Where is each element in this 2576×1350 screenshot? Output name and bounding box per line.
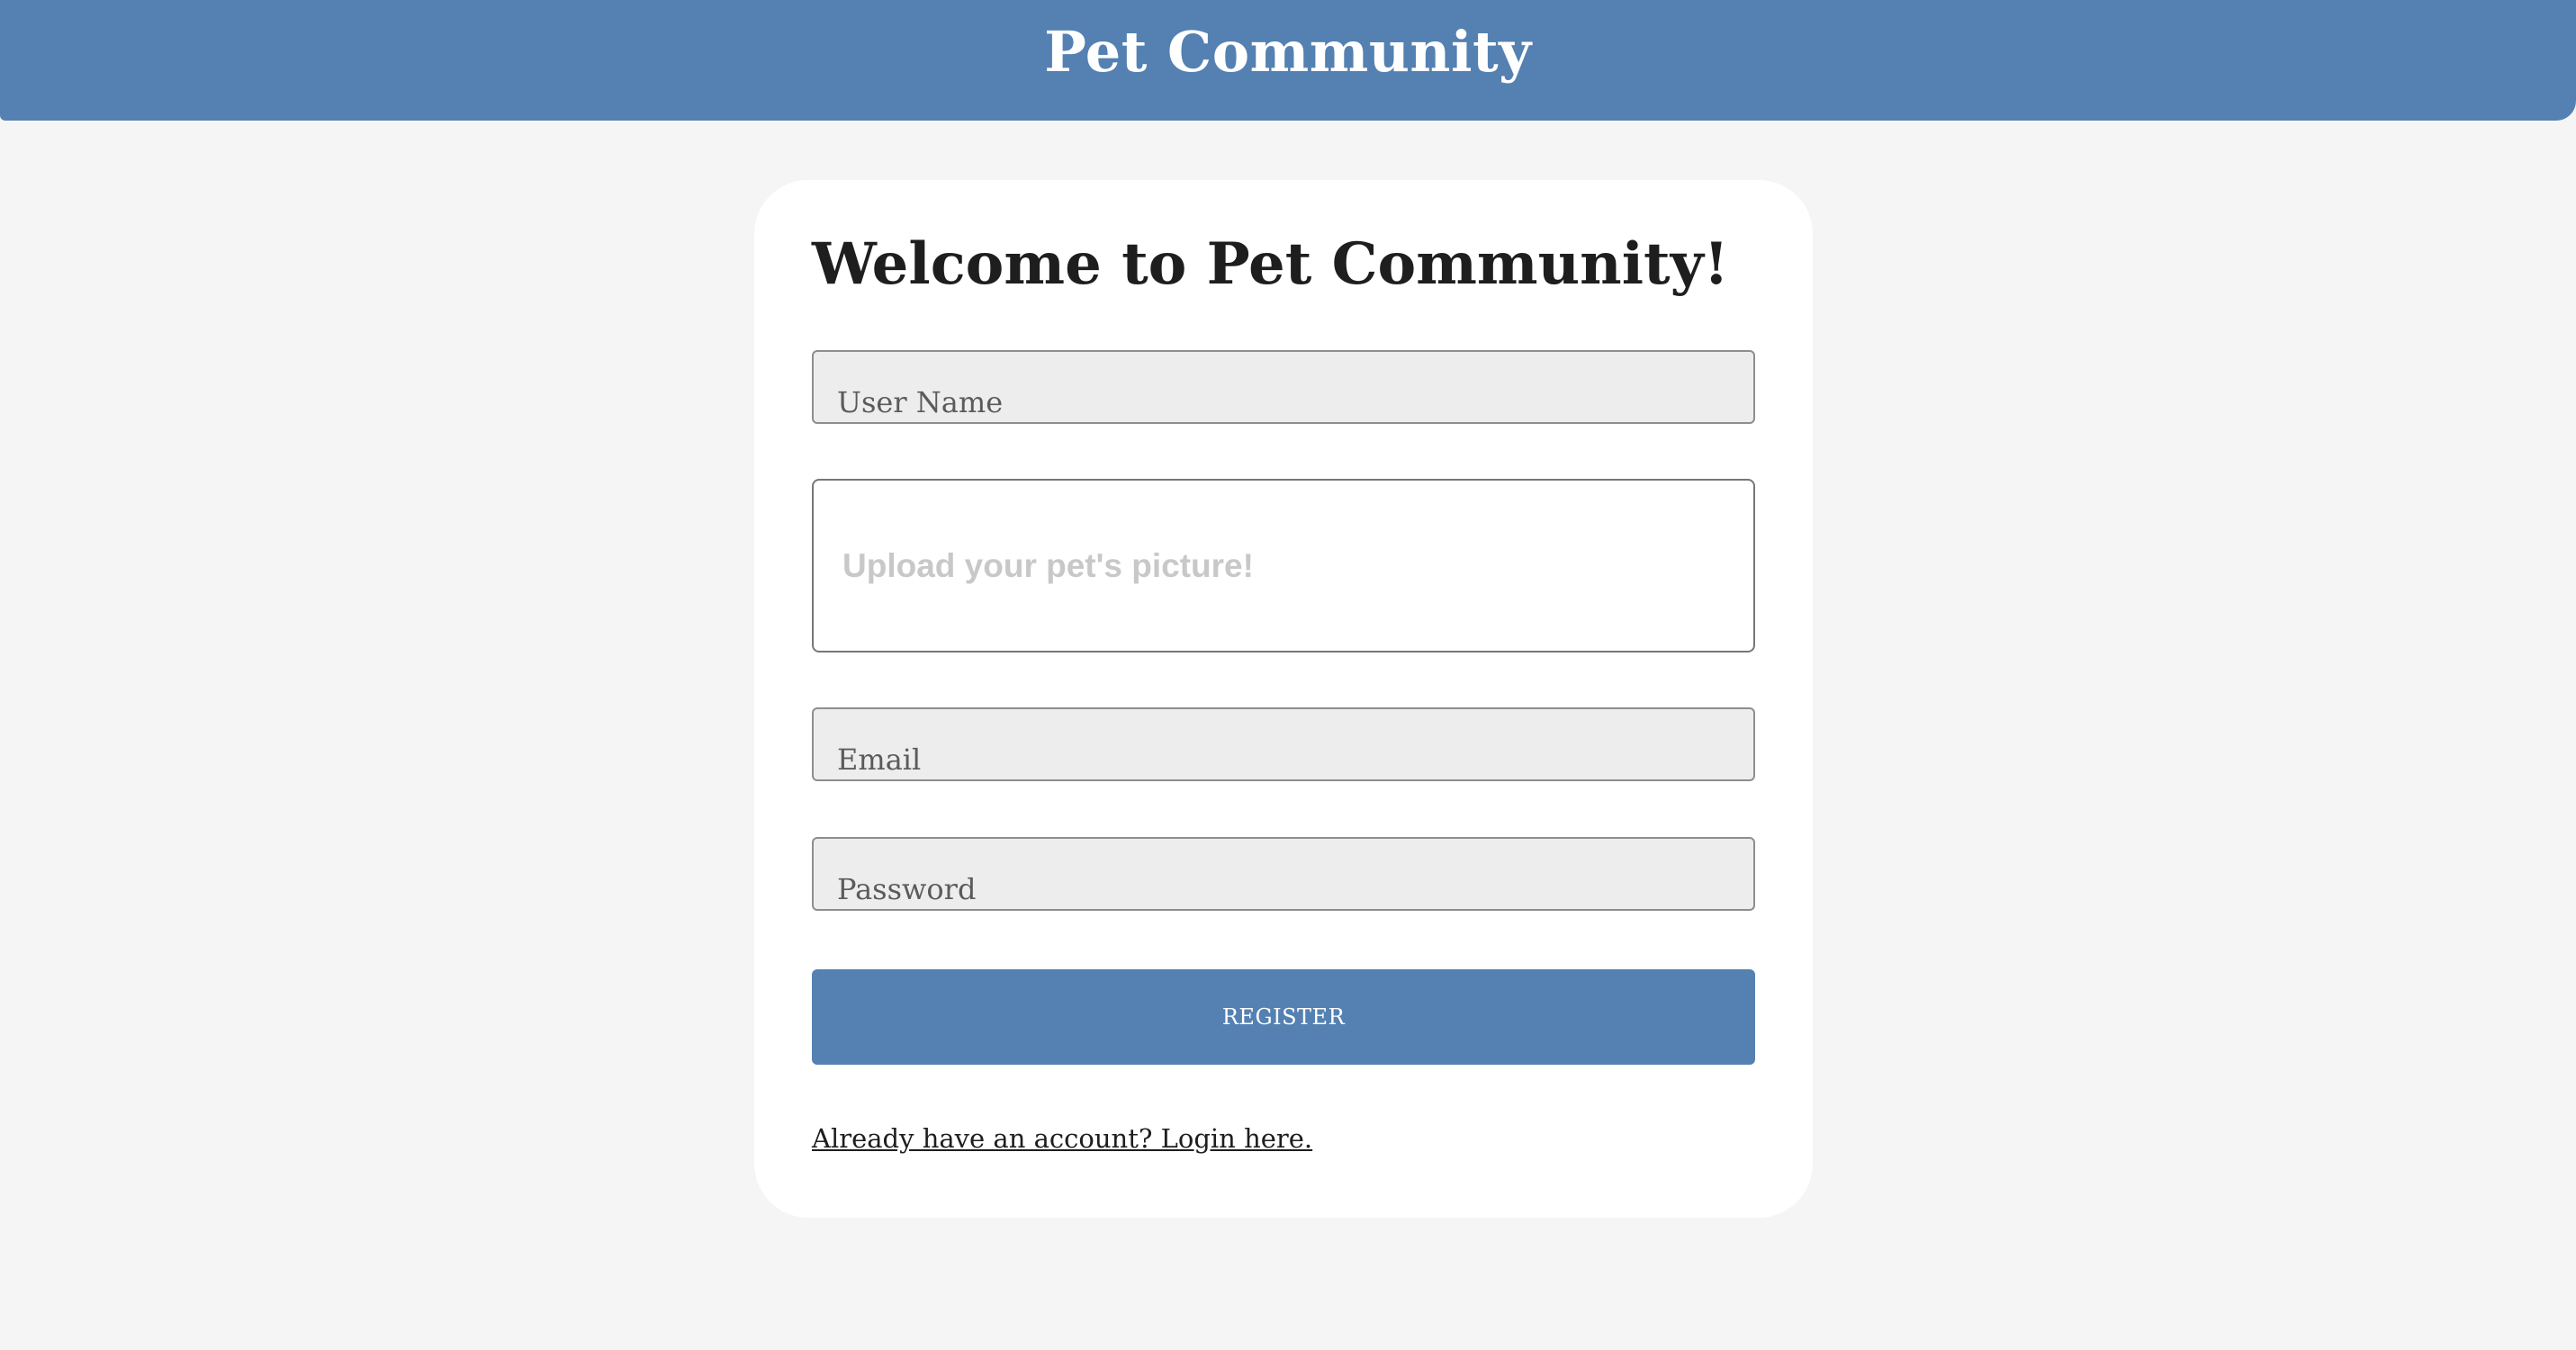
login-link[interactable]: Already have an account? Login here.: [812, 1123, 1312, 1154]
pet-picture-upload[interactable]: Upload your pet's picture!: [812, 479, 1755, 652]
password-input[interactable]: [812, 837, 1755, 911]
app-title: Pet Community: [1044, 18, 1532, 85]
app-header: Pet Community: [0, 0, 2576, 121]
welcome-heading: Welcome to Pet Community!: [812, 230, 1729, 298]
register-button[interactable]: REGISTER: [812, 969, 1755, 1065]
upload-label: Upload your pet's picture!: [842, 546, 1254, 584]
registration-card: Welcome to Pet Community! Upload your pe…: [754, 180, 1813, 1218]
username-input[interactable]: [812, 350, 1755, 424]
email-input[interactable]: [812, 707, 1755, 781]
